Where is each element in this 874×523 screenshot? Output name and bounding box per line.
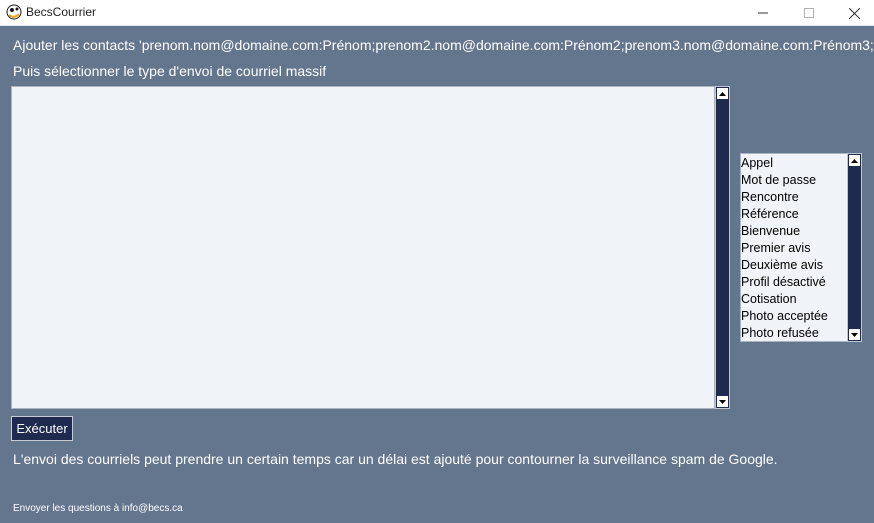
contacts-format-instruction: Ajouter les contacts 'prenom.nom@domaine… bbox=[13, 37, 874, 53]
mail-type-instruction: Puis sélectionner le type d'envoi de cou… bbox=[13, 63, 327, 79]
contacts-textarea[interactable] bbox=[11, 86, 715, 409]
scroll-down-arrow-icon[interactable] bbox=[717, 396, 728, 407]
contacts-scrollbar[interactable] bbox=[715, 86, 730, 409]
list-item[interactable]: Mot de passe bbox=[741, 172, 847, 189]
maximize-button[interactable] bbox=[786, 0, 832, 26]
minimize-button[interactable] bbox=[740, 0, 786, 26]
mail-type-listbox[interactable]: Appel Mot de passe Rencontre Référence B… bbox=[740, 153, 848, 342]
list-item[interactable]: Photo refusée bbox=[741, 325, 847, 342]
list-item[interactable]: Profil désactivé bbox=[741, 274, 847, 291]
list-item[interactable]: Premier avis bbox=[741, 240, 847, 257]
list-item[interactable]: Appel bbox=[741, 155, 847, 172]
minimize-icon bbox=[758, 12, 768, 14]
maximize-icon bbox=[804, 8, 814, 18]
list-item[interactable]: Bienvenue bbox=[741, 223, 847, 240]
close-button[interactable] bbox=[831, 0, 874, 26]
execute-button[interactable]: Exécuter bbox=[11, 416, 73, 441]
scroll-down-arrow-icon[interactable] bbox=[849, 329, 860, 340]
list-item[interactable]: Deuxième avis bbox=[741, 257, 847, 274]
delay-notice: L'envoi des courriels peut prendre un ce… bbox=[13, 451, 778, 467]
scroll-up-arrow-icon[interactable] bbox=[717, 88, 728, 99]
app-logo-icon bbox=[6, 4, 22, 20]
main-panel: Ajouter les contacts 'prenom.nom@domaine… bbox=[0, 26, 874, 523]
contact-notice: Envoyer les questions à info@becs.ca bbox=[13, 503, 183, 514]
scroll-up-arrow-icon[interactable] bbox=[849, 155, 860, 166]
title-bar: BecsCourrier bbox=[0, 0, 874, 26]
close-icon bbox=[848, 7, 860, 19]
window-title: BecsCourrier bbox=[26, 5, 97, 19]
list-item[interactable]: Référence bbox=[741, 206, 847, 223]
list-item[interactable]: Cotisation bbox=[741, 291, 847, 308]
list-item[interactable]: Photo acceptée bbox=[741, 308, 847, 325]
list-item[interactable]: Rencontre bbox=[741, 189, 847, 206]
mail-type-scrollbar[interactable] bbox=[847, 153, 862, 342]
